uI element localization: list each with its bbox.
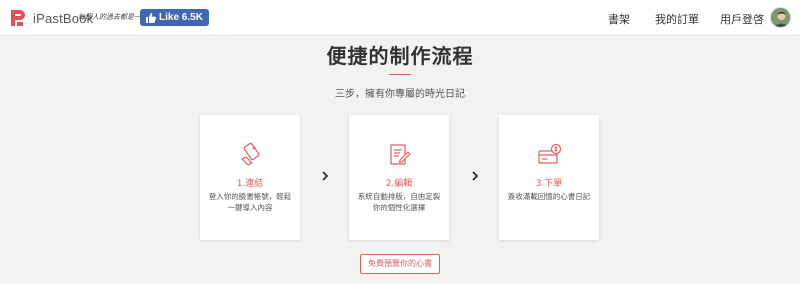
edit-document-icon <box>390 144 411 165</box>
facebook-like-label: Like 6.5K <box>159 12 203 23</box>
nav-my-orders-link[interactable]: 我的訂單 <box>655 11 699 27</box>
top-navigation-bar: iPastBook 每個人的過去都是一本書 Like 6.5K 書架 我的訂單 … <box>0 0 800 36</box>
title-divider <box>389 74 411 75</box>
step-card-connect: 1.連結 登入你的臉書帳號，輕鬆一鍵導入內容 <box>200 115 300 240</box>
payment-card-icon <box>538 143 562 164</box>
ipastbook-logo-icon <box>11 10 25 26</box>
section-subtitle: 三步，擁有你專屬的時光日記 <box>335 89 465 100</box>
chevron-right-icon <box>322 171 329 181</box>
phone-link-icon <box>241 142 260 166</box>
nav-user-login-link[interactable]: 用戶登啓 <box>720 11 764 27</box>
thumbs-up-icon <box>146 12 156 23</box>
step-title: 2.編輯 <box>385 179 413 189</box>
step-description: 登入你的臉書帳號，輕鬆一鍵導入內容 <box>208 192 292 212</box>
facebook-like-button[interactable]: Like 6.5K <box>140 9 209 26</box>
free-preview-button[interactable]: 免費預覽你的心書 <box>360 254 440 274</box>
section-title: 便捷的制作流程 <box>326 44 474 68</box>
step-description: 簽收滿載回憶的心書日記 <box>507 192 591 201</box>
avatar-image <box>771 8 790 27</box>
nav-bookshelf-link[interactable]: 書架 <box>608 11 630 27</box>
step-card-order: 3.下單 簽收滿載回憶的心書日記 <box>499 115 599 240</box>
step-description: 系統自動排版，自由定製你的個性化選擇 <box>357 192 441 212</box>
step-title: 1.連結 <box>236 179 264 189</box>
step-card-edit: 2.編輯 系統自動排版，自由定製你的個性化選擇 <box>349 115 449 240</box>
user-avatar[interactable] <box>770 7 791 28</box>
chevron-right-icon <box>472 171 479 181</box>
step-title: 3.下單 <box>535 179 563 189</box>
